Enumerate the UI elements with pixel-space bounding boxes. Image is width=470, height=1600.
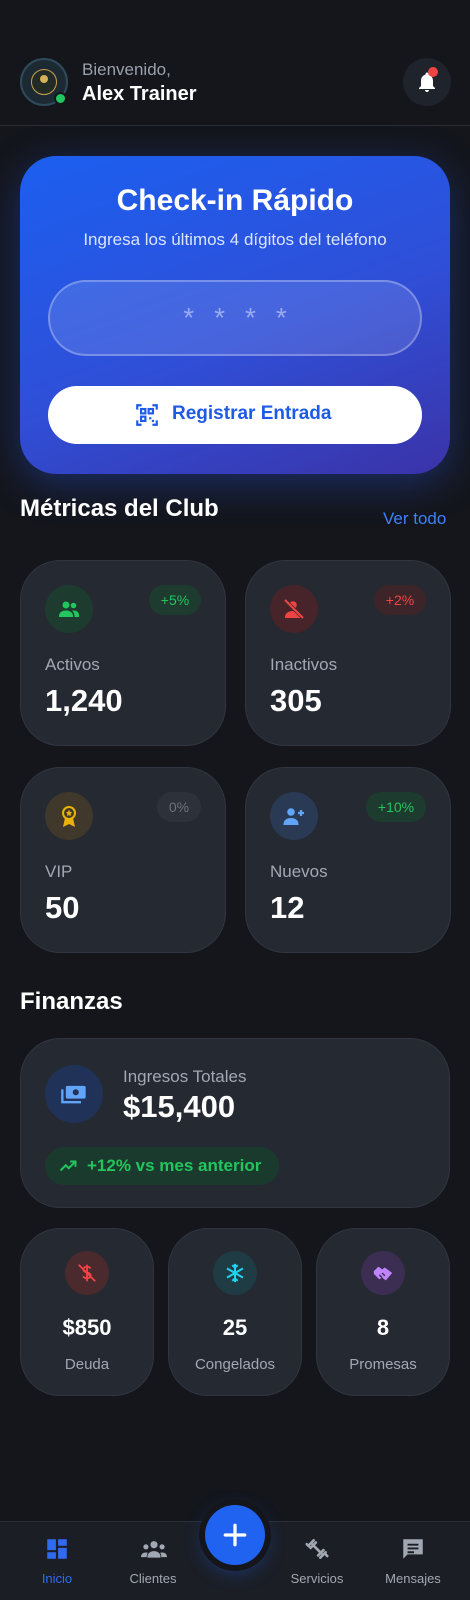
register-entry-button[interactable]: Registrar Entrada: [48, 386, 422, 444]
greeting-text: Bienvenido,: [82, 60, 171, 79]
finance-mini-label: Deuda: [64, 1356, 110, 1373]
online-status-dot: [54, 92, 67, 105]
finance-mini-icon-container: [213, 1251, 257, 1295]
notifications-button[interactable]: [403, 58, 451, 106]
finance-mini-value: 25: [222, 1315, 248, 1340]
metric-card-nuevos[interactable]: +10% Nuevos 12: [245, 767, 451, 953]
metric-card-activos[interactable]: +5% Activos 1,240: [20, 560, 226, 746]
finance-mini-value: $850: [62, 1315, 112, 1340]
finance-icon-container: [45, 1065, 103, 1123]
finance-section-title: Finanzas: [20, 988, 123, 1015]
metric-value: 50: [45, 890, 80, 925]
income-trend-text: +12% vs mes anterior: [87, 1156, 262, 1175]
message-icon: [403, 1539, 423, 1559]
total-income-label: Ingresos Totales: [123, 1067, 247, 1086]
metric-label: Nuevos: [270, 862, 328, 881]
checkin-subtitle: Ingresa los últimos 4 dígitos del teléfo…: [83, 230, 387, 249]
dashboard-icon: [47, 1539, 67, 1559]
qr-code-icon: [136, 404, 158, 426]
money-icon: [61, 1085, 86, 1104]
metric-value: 12: [270, 890, 305, 925]
metric-badge: +5%: [149, 585, 201, 615]
metric-badge: +10%: [366, 792, 426, 822]
finance-mini-icon-container: [65, 1251, 109, 1295]
finance-card-deuda[interactable]: $850 Deuda: [20, 1228, 154, 1396]
nav-label: Servicios: [290, 1571, 344, 1586]
finance-mini-icon-container: [361, 1251, 405, 1295]
phone-digits-input[interactable]: ****: [48, 280, 422, 356]
money-off-icon: [78, 1264, 96, 1282]
metric-badge: 0%: [157, 792, 201, 822]
see-all-link[interactable]: Ver todo: [383, 509, 446, 529]
add-button[interactable]: [205, 1505, 265, 1565]
metric-icon-container: [270, 585, 318, 633]
snowflake-icon: [226, 1263, 244, 1283]
checkin-title: Check-in Rápido: [116, 184, 354, 217]
user-name: Alex Trainer: [82, 83, 197, 105]
finance-mini-value: 8: [376, 1315, 390, 1340]
metric-icon-container: [270, 792, 318, 840]
total-income-card[interactable]: Ingresos Totales $15,400 +12% vs mes ant…: [20, 1038, 450, 1208]
nav-item-mensajes[interactable]: Mensajes: [366, 1522, 460, 1600]
metric-label: VIP: [45, 862, 73, 881]
avatar-icon: [31, 69, 57, 95]
quick-checkin-card: Check-in Rápido Ingresa los últimos 4 dí…: [20, 156, 450, 474]
handshake-icon: [373, 1266, 393, 1281]
group-icon: [141, 1541, 167, 1558]
finance-card-congelados[interactable]: 25 Congelados: [168, 1228, 302, 1396]
metric-icon-container: [45, 792, 93, 840]
user-plus-icon: [283, 808, 304, 825]
nav-item-clientes[interactable]: Clientes: [106, 1522, 200, 1600]
finance-card-promesas[interactable]: 8 Promesas: [316, 1228, 450, 1396]
nav-label: Clientes: [129, 1571, 177, 1586]
metric-label: Inactivos: [270, 655, 338, 674]
finance-mini-label: Promesas: [349, 1356, 417, 1373]
total-income-value: $15,400: [123, 1089, 236, 1124]
dumbbell-icon: [305, 1539, 329, 1559]
metric-card-inactivos[interactable]: +2% Inactivos 305: [245, 560, 451, 746]
nav-label: Mensajes: [385, 1571, 441, 1586]
finance-mini-label: Congelados: [194, 1356, 276, 1373]
trending-up-icon: [59, 1160, 77, 1172]
notification-dot: [428, 67, 438, 77]
income-trend-badge: +12% vs mes anterior: [45, 1147, 279, 1185]
user-off-icon: [283, 598, 305, 620]
nav-label: Inicio: [41, 1571, 73, 1586]
register-entry-label: Registrar Entrada: [172, 403, 332, 424]
app-header: Bienvenido, Alex Trainer: [0, 0, 470, 126]
badge-star-icon: [62, 806, 76, 827]
metrics-section-title: Métricas del Club: [20, 495, 219, 522]
metric-icon-container: [45, 585, 93, 633]
plus-icon: [223, 1523, 247, 1547]
nav-item-servicios[interactable]: Servicios: [270, 1522, 364, 1600]
metric-value: 1,240: [45, 683, 123, 718]
metric-label: Activos: [45, 655, 100, 674]
nav-item-inicio[interactable]: Inicio: [10, 1522, 104, 1600]
metric-card-vip[interactable]: 0% VIP 50: [20, 767, 226, 953]
users-icon: [59, 601, 79, 617]
metric-value: 305: [270, 683, 322, 718]
metric-badge: +2%: [374, 585, 426, 615]
